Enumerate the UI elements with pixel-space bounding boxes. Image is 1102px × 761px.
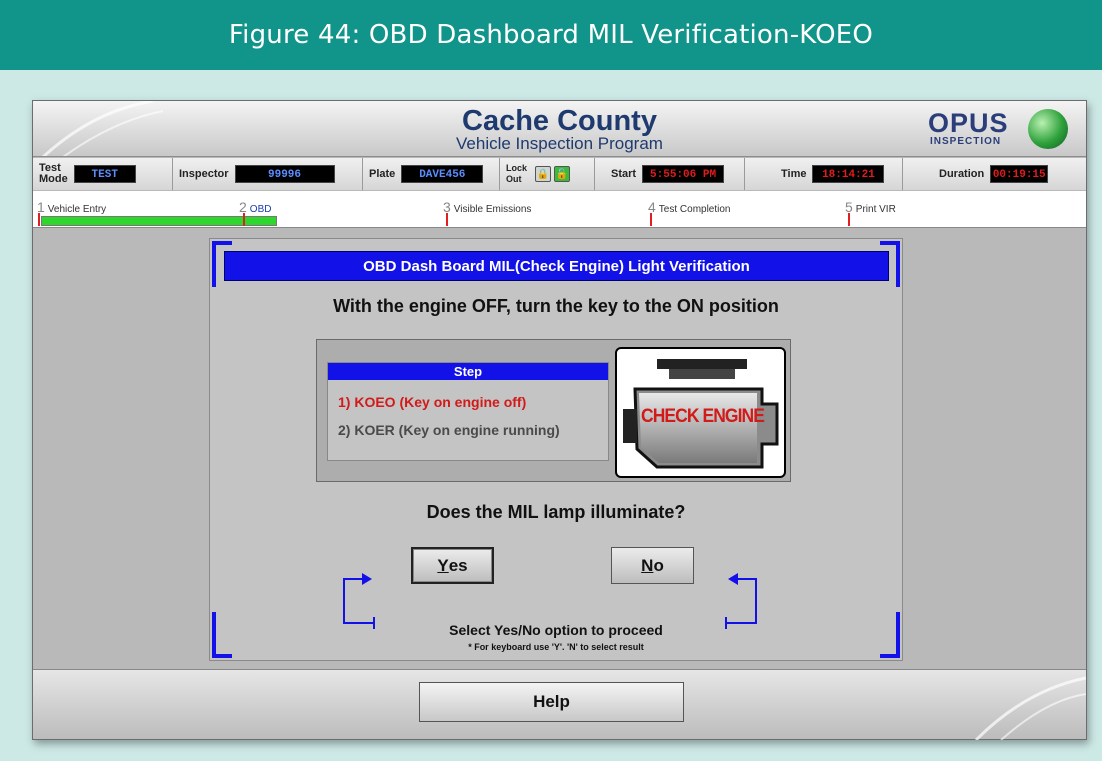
workspace: OBD Dash Board MIL(Check Engine) Light V… bbox=[33, 228, 1086, 668]
help-button[interactable]: Help bbox=[419, 682, 684, 722]
step-header: Step bbox=[328, 363, 608, 380]
start-cell: Start 5:55:06 PM bbox=[595, 158, 745, 190]
duration-value: 00:19:15 bbox=[990, 165, 1049, 183]
progress-tick bbox=[446, 213, 448, 226]
panel-title: OBD Dash Board MIL(Check Engine) Light V… bbox=[224, 251, 889, 281]
progress-steps: 1 Vehicle Entry 2 OBD 3 Visible Emissions 4… bbox=[33, 191, 1086, 228]
plate-label: Plate bbox=[369, 167, 396, 180]
step-box: Step 1) KOEO (Key on engine off) 2) KOER… bbox=[316, 339, 791, 482]
figure-caption: Figure 44: OBD Dashboard MIL Verificatio… bbox=[0, 0, 1102, 70]
lockout-cell: Lock Out 🔒 🔓 bbox=[500, 158, 595, 190]
footer: Help bbox=[33, 669, 1086, 740]
progress-bar-fill bbox=[41, 216, 277, 226]
opus-logo-sub: INSPECTION bbox=[930, 136, 1002, 147]
progress-step: 1 Vehicle Entry bbox=[37, 199, 107, 215]
status-bar: Test Mode TEST Inspector 99996 Plate DAVE… bbox=[33, 158, 1086, 190]
app-window: Cache County Vehicle Inspection Program … bbox=[32, 100, 1087, 740]
lock-icon[interactable]: 🔒 bbox=[535, 166, 552, 182]
footer-swoosh-decoration bbox=[974, 676, 1086, 740]
unlock-icon[interactable]: 🔓 bbox=[554, 166, 571, 182]
progress-step: 4 Test Completion bbox=[648, 199, 731, 215]
start-value: 5:55:06 PM bbox=[642, 165, 725, 183]
duration-label: Duration bbox=[939, 167, 985, 180]
progress-tick bbox=[650, 213, 652, 226]
step-list: Step 1) KOEO (Key on engine off) 2) KOER… bbox=[327, 362, 609, 461]
lockout-label: Lock Out bbox=[506, 163, 528, 184]
step-item-koeo: 1) KOEO (Key on engine off) bbox=[338, 394, 527, 410]
inspector-label: Inspector bbox=[179, 167, 229, 180]
test-mode-label: Test Mode bbox=[39, 162, 68, 185]
time-cell: Time 18:14:21 bbox=[745, 158, 903, 190]
keyboard-hint: * For keyboard use 'Y'. 'N' to select re… bbox=[468, 642, 644, 652]
progress-step: 5 Print VIR bbox=[845, 199, 896, 215]
question-text: Does the MIL lamp illuminate? bbox=[426, 502, 686, 522]
opus-logo-word: OPUS bbox=[928, 108, 1009, 138]
no-button[interactable]: No bbox=[611, 547, 694, 584]
start-label: Start bbox=[611, 167, 637, 180]
banner: Cache County Vehicle Inspection Program … bbox=[33, 101, 1086, 157]
yes-button[interactable]: Yes bbox=[411, 547, 494, 584]
check-engine-label: CHECK ENGINE bbox=[641, 406, 765, 427]
progress-tick bbox=[848, 213, 850, 226]
plate-value: DAVE456 bbox=[401, 165, 484, 183]
inspector-value: 99996 bbox=[234, 165, 335, 183]
time-label: Time bbox=[781, 167, 807, 180]
opus-logo: OPUS INSPECTION bbox=[928, 109, 1068, 151]
check-engine-icon: CHECK ENGINE bbox=[615, 347, 786, 478]
globe-icon bbox=[1028, 109, 1068, 149]
test-mode-cell: Test Mode TEST bbox=[33, 158, 173, 190]
inspector-cell: Inspector 99996 bbox=[173, 158, 363, 190]
test-mode-value: TEST bbox=[73, 165, 136, 183]
progress-step: 3 Visible Emissions bbox=[443, 199, 532, 215]
mil-verification-panel: OBD Dash Board MIL(Check Engine) Light V… bbox=[209, 238, 903, 661]
instruction-text: With the engine OFF, turn the key to the… bbox=[333, 296, 779, 316]
progress-tick bbox=[38, 213, 40, 226]
progress-tick bbox=[243, 213, 245, 226]
step-item-koer: 2) KOER (Key on engine running) bbox=[338, 422, 560, 438]
select-option-text: Select Yes/No option to proceed bbox=[449, 622, 663, 638]
plate-cell: Plate DAVE456 bbox=[363, 158, 500, 190]
duration-cell: Duration 00:19:15 bbox=[903, 158, 1086, 190]
time-value: 18:14:21 bbox=[812, 165, 885, 183]
